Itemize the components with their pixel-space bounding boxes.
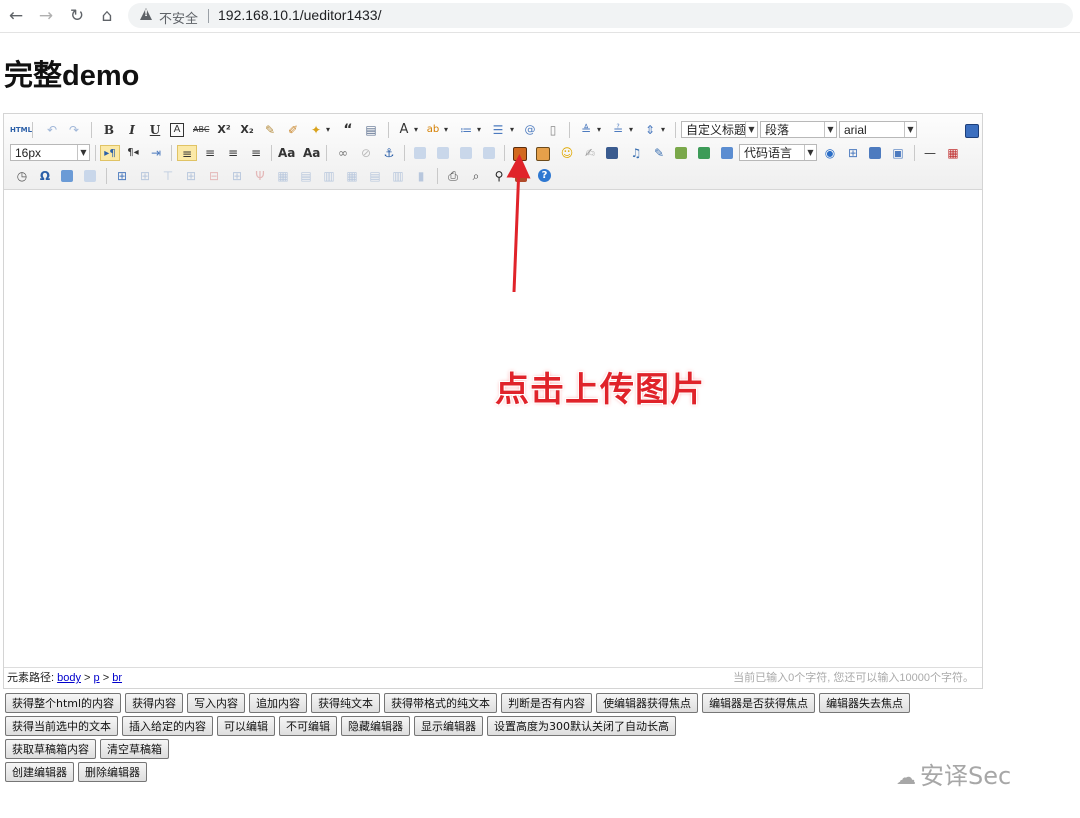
set-disabled-button[interactable]: 不可编辑	[279, 716, 337, 736]
get-draft-button[interactable]: 获取草稿箱内容	[5, 739, 96, 759]
annotation-arrow-line	[506, 154, 531, 293]
is-focus-button[interactable]: 编辑器是否获得焦点	[702, 693, 816, 713]
get-formatted-plain-text-button[interactable]: 获得带格式的纯文本	[384, 693, 498, 713]
clear-draft-button[interactable]: 清空草稿箱	[100, 739, 169, 759]
delete-editor-button[interactable]: 删除编辑器	[78, 762, 147, 782]
create-editor-button[interactable]: 创建编辑器	[5, 762, 74, 782]
insert-html-button[interactable]: 插入给定的内容	[122, 716, 213, 736]
hide-editor-button[interactable]: 隐藏编辑器	[341, 716, 410, 736]
has-content-button[interactable]: 判断是否有内容	[501, 693, 593, 713]
button-row-2: 获得当前选中的文本 插入给定的内容 可以编辑 不可编辑 隐藏编辑器 显示编辑器 …	[5, 716, 1065, 736]
annotation-text: 点击上传图片	[495, 370, 705, 410]
set-height-button[interactable]: 设置高度为300默认关闭了自动长高	[487, 716, 676, 736]
set-content-button[interactable]: 写入内容	[187, 693, 246, 713]
watermark-text: 安译Sec	[920, 762, 1012, 790]
get-content-button[interactable]: 获得内容	[125, 693, 184, 713]
get-plain-text-button[interactable]: 获得纯文本	[311, 693, 381, 713]
get-all-html-button[interactable]: 获得整个html的内容	[5, 693, 122, 713]
set-focus-button[interactable]: 使编辑器获得焦点	[596, 693, 699, 713]
button-row-1: 获得整个html的内容 获得内容 写入内容 追加内容 获得纯文本 获得带格式的纯…	[5, 693, 1065, 713]
wechat-icon: ☁	[896, 765, 916, 789]
get-selected-text-button[interactable]: 获得当前选中的文本	[5, 716, 118, 736]
watermark: ☁ 安译Sec	[896, 756, 1011, 791]
set-enabled-button[interactable]: 可以编辑	[217, 716, 275, 736]
set-blur-button[interactable]: 编辑器失去焦点	[819, 693, 911, 713]
show-editor-button[interactable]: 显示编辑器	[414, 716, 483, 736]
append-content-button[interactable]: 追加内容	[249, 693, 308, 713]
